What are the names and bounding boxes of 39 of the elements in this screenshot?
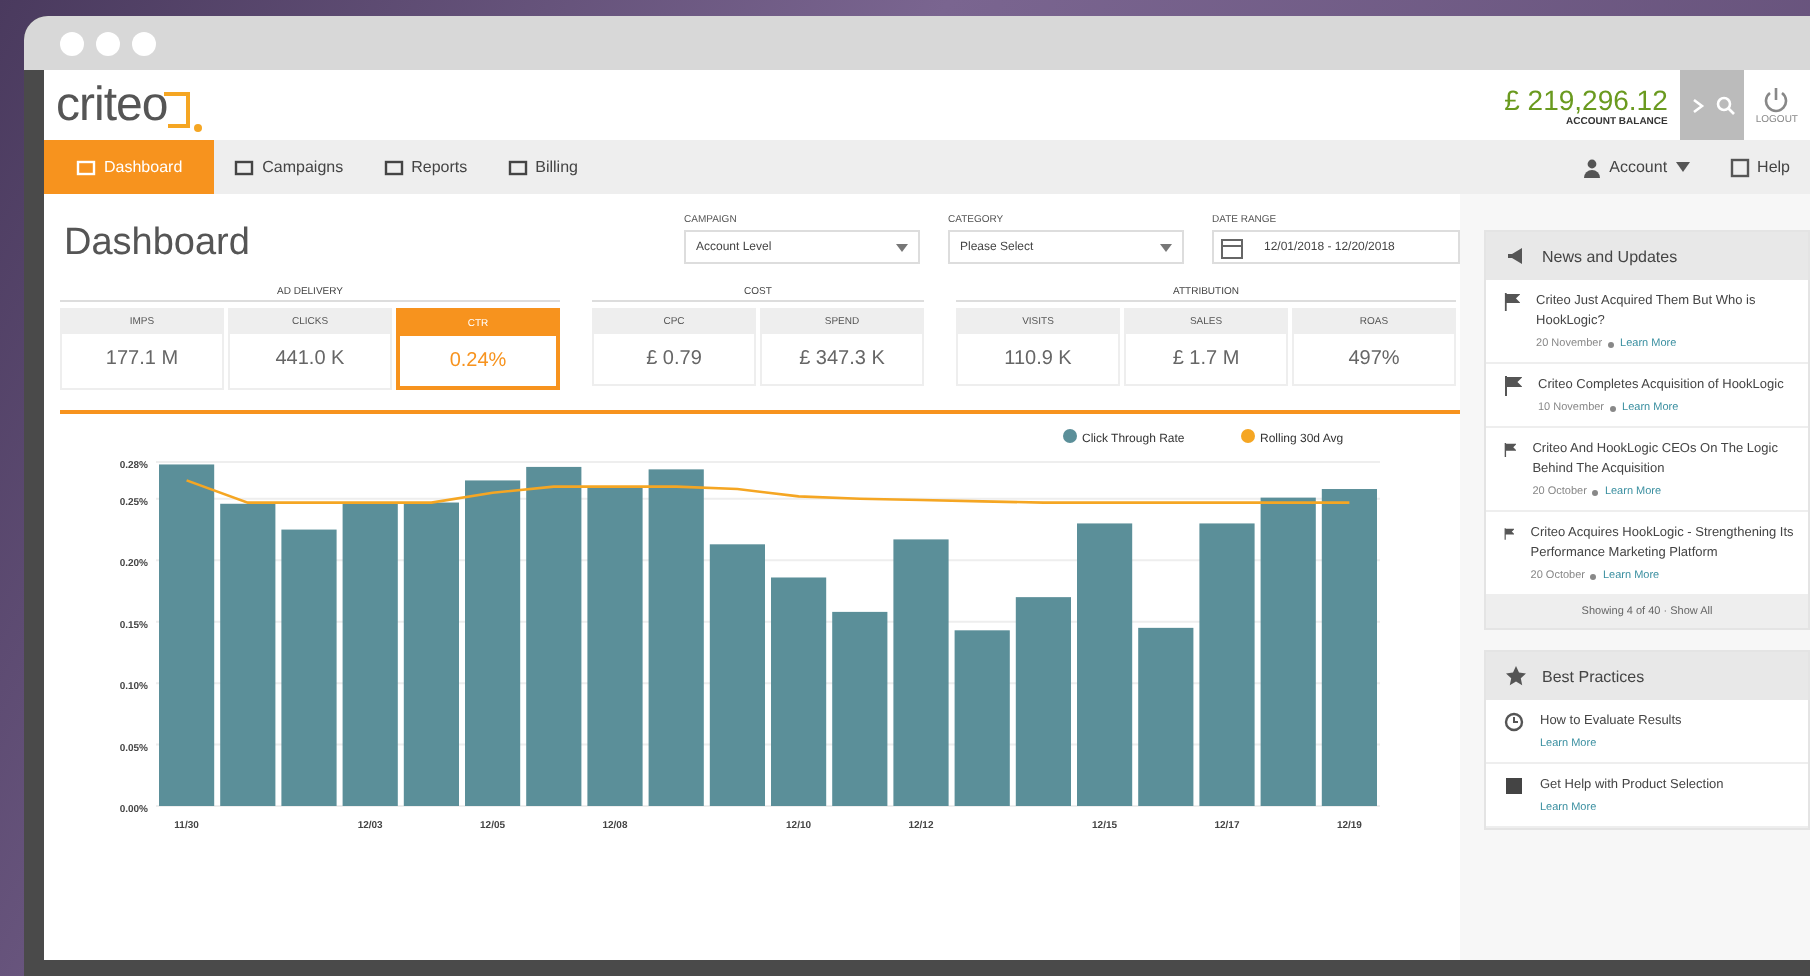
window-dot-icon xyxy=(96,31,120,55)
window-dot-icon xyxy=(60,31,84,55)
nav-tab[interactable]: Campaigns xyxy=(214,140,364,194)
separator-dot-icon xyxy=(1590,573,1597,579)
tab-icon xyxy=(383,157,404,177)
calendar-icon xyxy=(1220,235,1244,259)
page-title: Dashboard xyxy=(64,222,250,266)
nav-tab[interactable]: Billing xyxy=(487,140,598,194)
flag-icon xyxy=(1504,376,1522,396)
account-menu[interactable]: Account xyxy=(1561,140,1710,194)
separator-dot-icon xyxy=(1608,341,1615,347)
help-link[interactable]: Help xyxy=(1709,140,1810,194)
clock-icon xyxy=(1504,712,1524,732)
user-icon xyxy=(1581,157,1602,177)
tab-icon xyxy=(76,157,96,177)
power-icon xyxy=(1762,85,1791,113)
logo[interactable]: criteo xyxy=(56,77,168,133)
header-button-group[interactable] xyxy=(1679,70,1744,140)
nav-tab[interactable]: Reports xyxy=(363,140,488,194)
help-icon xyxy=(1729,157,1750,177)
caret-icon xyxy=(1160,243,1172,251)
legend-dot xyxy=(1241,429,1255,443)
megaphone-icon xyxy=(1506,246,1526,266)
tab-icon xyxy=(234,157,255,177)
caret-icon xyxy=(1675,162,1690,172)
separator-dot-icon xyxy=(1592,489,1599,495)
card-title: News and Updates xyxy=(1542,247,1678,265)
flag-icon xyxy=(1504,292,1521,312)
tab-icon xyxy=(507,157,528,177)
account-balance: £ 219,296.12 xyxy=(1504,83,1668,115)
card-title: Best Practices xyxy=(1542,667,1645,685)
flag-icon xyxy=(1504,524,1515,544)
legend-dot xyxy=(1063,429,1077,443)
star-icon xyxy=(1506,666,1526,686)
window-dot-icon xyxy=(132,31,156,55)
separator-dot-icon xyxy=(1610,405,1617,411)
flag-icon xyxy=(1504,440,1517,460)
search-icon xyxy=(1715,95,1736,115)
caret-icon xyxy=(896,243,908,251)
